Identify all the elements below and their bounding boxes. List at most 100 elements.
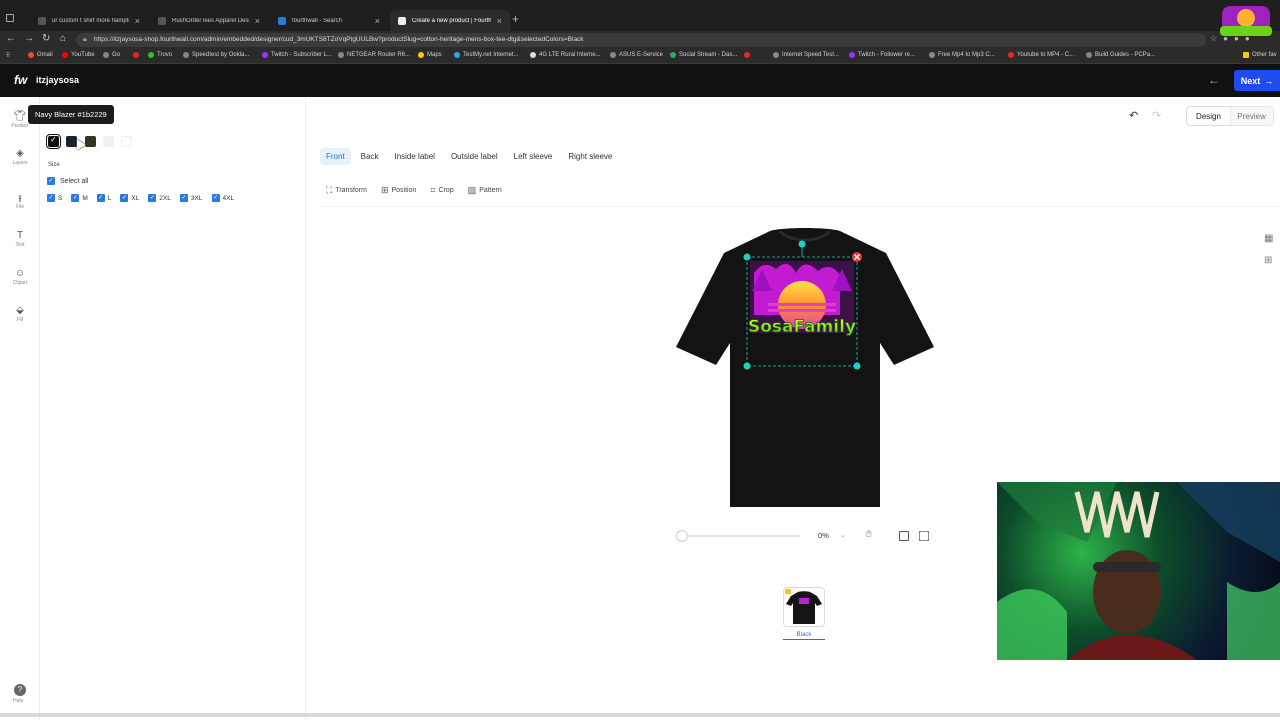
- design-mode-button[interactable]: Design: [1187, 107, 1230, 125]
- preview-mode-button[interactable]: Preview: [1230, 107, 1273, 125]
- checkbox-checked-icon: ✓: [96, 194, 105, 202]
- horizontal-scrollbar[interactable]: [0, 713, 1280, 717]
- tab-close-icon[interactable]: ×: [255, 16, 260, 26]
- fit-view-icon[interactable]: [899, 531, 909, 541]
- tab-search-icon[interactable]: [6, 14, 14, 22]
- tab-outside-label[interactable]: Outside label: [445, 148, 504, 165]
- chevron-down-icon[interactable]: ⌄: [840, 531, 846, 539]
- browser-tab-active[interactable]: Create a new product | Fourthwall ×: [390, 10, 510, 31]
- help-icon[interactable]: ?: [14, 684, 26, 696]
- checkbox-checked-icon: ✓: [47, 177, 55, 185]
- rotate-handle[interactable]: [798, 240, 806, 248]
- zoom-slider-track[interactable]: [682, 535, 800, 537]
- size-option-2xl[interactable]: ✓ 2XL: [148, 194, 171, 202]
- forward-icon[interactable]: →: [24, 33, 34, 44]
- tab-left-sleeve[interactable]: Left sleeve: [508, 148, 559, 165]
- new-tab-icon[interactable]: +: [512, 12, 519, 26]
- bookmark-item[interactable]: 4G LTE Rural Interne...: [530, 52, 601, 58]
- bookmark-item[interactable]: Trovo: [148, 52, 172, 58]
- tab-label: RushOrderTees Apparel Design St: [172, 17, 249, 24]
- tab-right-sleeve[interactable]: Right sleeve: [562, 148, 618, 165]
- design-artwork[interactable]: SosaFamily: [748, 261, 856, 337]
- bookmark-item[interactable]: YouTube: [62, 52, 95, 58]
- size-option-s[interactable]: ✓ S: [47, 194, 62, 202]
- bookmark-item[interactable]: Twitch - Subscriber L...: [262, 52, 332, 58]
- size-option-3xl[interactable]: ✓ 3XL: [179, 194, 203, 202]
- transform-icon: ⛶: [326, 185, 333, 195]
- back-icon[interactable]: ←: [6, 33, 16, 44]
- bookmark-apps-icon[interactable]: ⠿: [6, 52, 10, 59]
- select-all-checkbox[interactable]: ✓ Select all: [47, 177, 88, 185]
- bookmark-item[interactable]: TestMy.net Internet...: [454, 52, 519, 58]
- pattern-tool[interactable]: ▨ Pattern: [468, 185, 502, 196]
- tool-rail: [0, 97, 40, 720]
- hand-tool-icon[interactable]: ✋︎: [866, 529, 872, 540]
- guides-icon[interactable]: ⊞: [1264, 250, 1273, 272]
- home-icon[interactable]: ⌂: [60, 33, 66, 44]
- resize-handle[interactable]: [743, 362, 751, 370]
- placement-tabs: Front Back Inside label Outside label Le…: [320, 148, 618, 165]
- crop-tool[interactable]: ⌗ Crop: [430, 185, 453, 196]
- color-swatch-light[interactable]: [103, 136, 114, 147]
- tab-close-icon[interactable]: ×: [497, 16, 502, 26]
- bookmark-item[interactable]: Maps: [418, 52, 442, 58]
- bookmark-item[interactable]: Twitch - Follower re...: [849, 52, 915, 58]
- tab-close-icon[interactable]: ×: [135, 16, 140, 26]
- bookmark-item[interactable]: [744, 52, 753, 58]
- rail-item-fill[interactable]: ⬙ Fill: [0, 305, 40, 323]
- back-arrow-icon[interactable]: ←: [1208, 73, 1220, 87]
- size-option-4xl[interactable]: ✓ 4XL: [211, 194, 234, 202]
- tab-favicon-icon: [158, 16, 166, 25]
- next-button[interactable]: Next →: [1234, 70, 1280, 91]
- size-option-m[interactable]: ✓ M: [71, 194, 88, 202]
- grid-view-icon[interactable]: ▦: [1264, 228, 1273, 250]
- tab-close-icon[interactable]: ×: [375, 16, 380, 26]
- color-swatch-dark[interactable]: [85, 136, 96, 147]
- size-option-l[interactable]: ✓ L: [96, 194, 111, 202]
- redo-icon[interactable]: ↷: [1152, 109, 1161, 122]
- pattern-icon: ▨: [467, 185, 477, 195]
- bookmark-item[interactable]: Go: [103, 52, 120, 58]
- browser-tab[interactable]: RushOrderTees Apparel Design St ×: [150, 10, 268, 31]
- bookmark-item[interactable]: Other fav: [1243, 52, 1277, 58]
- print-area-icon[interactable]: [919, 531, 929, 541]
- rail-item-clipart[interactable]: ☺ Clipart: [0, 268, 40, 286]
- browser-tab[interactable]: fourthwall - Search ×: [270, 10, 388, 31]
- bookmark-item[interactable]: Youtube to MP4 - C...: [1008, 52, 1074, 58]
- bookmark-item[interactable]: Speedtest by Ookla...: [183, 52, 249, 58]
- size-option-xl[interactable]: ✓ XL: [120, 194, 139, 202]
- transform-tool[interactable]: ⛶ Transform: [326, 185, 367, 196]
- bookmark-item[interactable]: Gmail: [28, 52, 53, 58]
- zoom-value[interactable]: 0%: [818, 531, 829, 540]
- zoom-controls: 0% ⌄ ✋︎: [676, 528, 936, 544]
- resize-handle[interactable]: [743, 253, 751, 261]
- app-header: fw itzjaysosa ← Next →: [0, 64, 1280, 97]
- rail-item-file[interactable]: ⭱ File: [0, 192, 40, 210]
- bookmark-item[interactable]: ASUS E-Service: [610, 52, 663, 58]
- bookmark-item[interactable]: Build Guides - PCPa...: [1086, 52, 1155, 58]
- bookmark-item[interactable]: NETGEAR Router R6...: [338, 52, 410, 58]
- reload-icon[interactable]: ↻: [42, 33, 50, 44]
- tab-front[interactable]: Front: [320, 148, 351, 165]
- tool-label: Pattern: [479, 187, 502, 194]
- position-tool[interactable]: ⊞ Position: [381, 185, 416, 196]
- fourthwall-logo[interactable]: fw: [14, 73, 27, 87]
- color-swatch-white[interactable]: [121, 136, 132, 147]
- bookmarks-bar: ⠿ Gmail YouTube Go Trovo Speedtest by Oo…: [0, 49, 1280, 64]
- undo-icon[interactable]: ↶: [1129, 109, 1138, 122]
- resize-handle[interactable]: [853, 362, 861, 370]
- zoom-slider-handle[interactable]: [676, 530, 688, 542]
- browser-tab[interactable]: ur custom t shirt more hampton ×: [30, 10, 148, 31]
- bookmark-item[interactable]: Internet Speed Test...: [773, 52, 839, 58]
- divider: [320, 206, 1280, 207]
- color-swatch-black[interactable]: ✓: [46, 134, 61, 149]
- tab-inside-label[interactable]: Inside label: [388, 148, 440, 165]
- rail-item-layers[interactable]: ◈ Layers: [0, 148, 40, 166]
- bookmark-item[interactable]: Free Mp4 to Mp3 C...: [929, 52, 995, 58]
- bookmark-item[interactable]: [133, 52, 142, 58]
- url-field[interactable]: 🔒︎ https://itzjaysosa-shop.fourthwall.co…: [76, 33, 1206, 47]
- tab-back[interactable]: Back: [355, 148, 385, 165]
- rail-item-text[interactable]: T Text: [0, 230, 40, 248]
- bookmark-item[interactable]: Social Stream - Das...: [670, 52, 737, 58]
- color-variant-thumbnail[interactable]: Black: [783, 587, 825, 640]
